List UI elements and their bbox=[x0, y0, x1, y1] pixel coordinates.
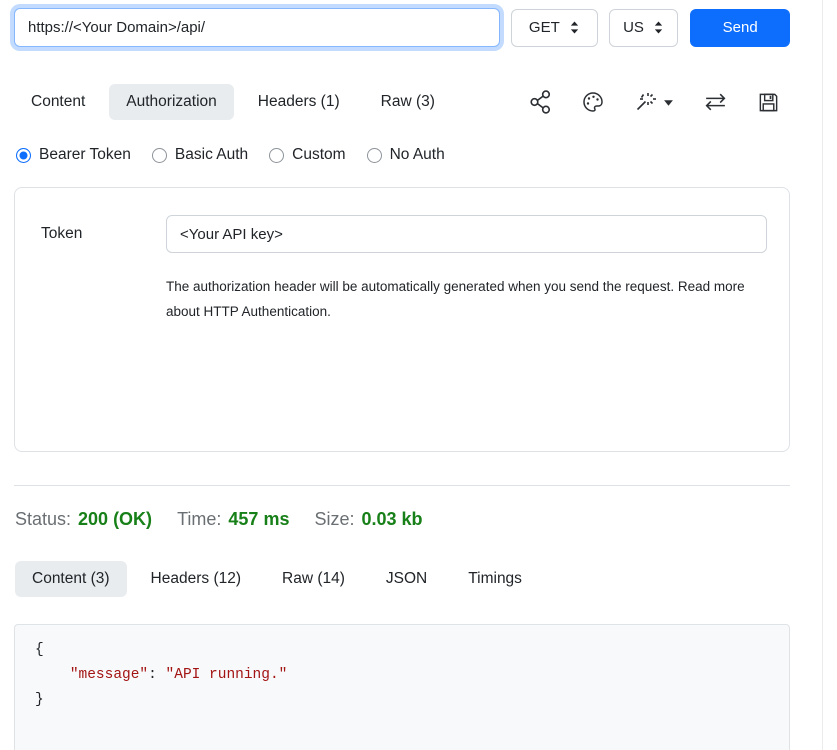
auth-help-line2: about HTTP Authentication. bbox=[166, 304, 331, 319]
magic-wand-icon bbox=[634, 89, 660, 115]
json-brace-close: } bbox=[35, 692, 44, 708]
bearer-token-panel: Token The authorization header will be a… bbox=[14, 187, 790, 452]
response-status-row: Status: 200 (OK) Time: 457 ms Size: 0.03… bbox=[14, 509, 790, 530]
status-group: Status: 200 (OK) bbox=[15, 509, 152, 530]
size-group: Size: 0.03 kb bbox=[314, 509, 422, 530]
radio-bearer-token[interactable]: Bearer Token bbox=[16, 146, 131, 164]
tab-response-content[interactable]: Content (3) bbox=[15, 561, 127, 597]
radio-label: Basic Auth bbox=[175, 146, 248, 164]
tab-response-raw[interactable]: Raw (14) bbox=[265, 561, 362, 597]
caret-down-icon bbox=[663, 97, 674, 108]
send-button[interactable]: Send bbox=[690, 9, 790, 47]
radio-custom[interactable]: Custom bbox=[269, 146, 345, 164]
method-select[interactable]: GET bbox=[511, 9, 598, 47]
updown-arrows-icon bbox=[653, 20, 664, 35]
response-body-panel[interactable]: { "message": "API running." } bbox=[14, 624, 790, 750]
radio-dot bbox=[152, 148, 167, 163]
radio-no-auth[interactable]: No Auth bbox=[367, 146, 445, 164]
updown-arrows-icon bbox=[569, 20, 580, 35]
json-separator: : bbox=[148, 667, 165, 683]
region-select-value: US bbox=[623, 19, 644, 36]
swap-arrows-icon[interactable] bbox=[703, 91, 728, 113]
status-label: Status: bbox=[15, 509, 71, 530]
url-input[interactable] bbox=[14, 8, 500, 47]
request-tabs-row: Content Authorization Headers (1) Raw (3… bbox=[14, 84, 790, 120]
size-value: 0.03 kb bbox=[362, 509, 423, 530]
json-string-value: "API running." bbox=[166, 667, 288, 683]
response-tabs-row: Content (3) Headers (12) Raw (14) JSON T… bbox=[14, 561, 790, 597]
auth-type-options: Bearer Token Basic Auth Custom No Auth bbox=[14, 146, 790, 164]
status-value: 200 (OK) bbox=[78, 509, 152, 530]
radio-label: Bearer Token bbox=[39, 146, 131, 164]
scrollbar-track[interactable] bbox=[822, 0, 823, 750]
radio-dot bbox=[269, 148, 284, 163]
radio-dot bbox=[16, 148, 31, 163]
time-label: Time: bbox=[177, 509, 221, 530]
tab-headers[interactable]: Headers (1) bbox=[241, 84, 357, 120]
auth-help-text: The authorization header will be automat… bbox=[166, 274, 745, 324]
radio-label: No Auth bbox=[390, 146, 445, 164]
radio-dot bbox=[367, 148, 382, 163]
time-value: 457 ms bbox=[228, 509, 289, 530]
tab-response-headers[interactable]: Headers (12) bbox=[134, 561, 258, 597]
response-json-body: { "message": "API running." } bbox=[35, 638, 769, 713]
request-bar: GET US Send bbox=[14, 8, 790, 47]
api-client-page: GET US Send Content Authorization Header… bbox=[0, 0, 837, 750]
tab-content[interactable]: Content bbox=[14, 84, 102, 120]
json-key: "message" bbox=[70, 667, 148, 683]
share-icon[interactable] bbox=[529, 90, 552, 114]
tab-raw[interactable]: Raw (3) bbox=[364, 84, 452, 120]
time-group: Time: 457 ms bbox=[177, 509, 289, 530]
section-divider bbox=[14, 485, 790, 486]
radio-label: Custom bbox=[292, 146, 345, 164]
auth-help-line1: The authorization header will be automat… bbox=[166, 279, 745, 294]
token-label: Token bbox=[41, 225, 166, 243]
json-indent bbox=[35, 667, 70, 683]
tab-authorization[interactable]: Authorization bbox=[109, 84, 233, 120]
radio-basic-auth[interactable]: Basic Auth bbox=[152, 146, 248, 164]
tab-response-json[interactable]: JSON bbox=[369, 561, 444, 597]
tab-response-timings[interactable]: Timings bbox=[451, 561, 539, 597]
palette-icon[interactable] bbox=[581, 90, 605, 114]
region-select[interactable]: US bbox=[609, 9, 679, 47]
request-toolbar bbox=[529, 89, 790, 115]
method-select-value: GET bbox=[529, 19, 560, 36]
size-label: Size: bbox=[314, 509, 354, 530]
token-input[interactable] bbox=[166, 215, 767, 253]
json-brace-open: { bbox=[35, 642, 44, 658]
magic-wand-dropdown[interactable] bbox=[634, 89, 674, 115]
save-icon[interactable] bbox=[757, 91, 780, 114]
